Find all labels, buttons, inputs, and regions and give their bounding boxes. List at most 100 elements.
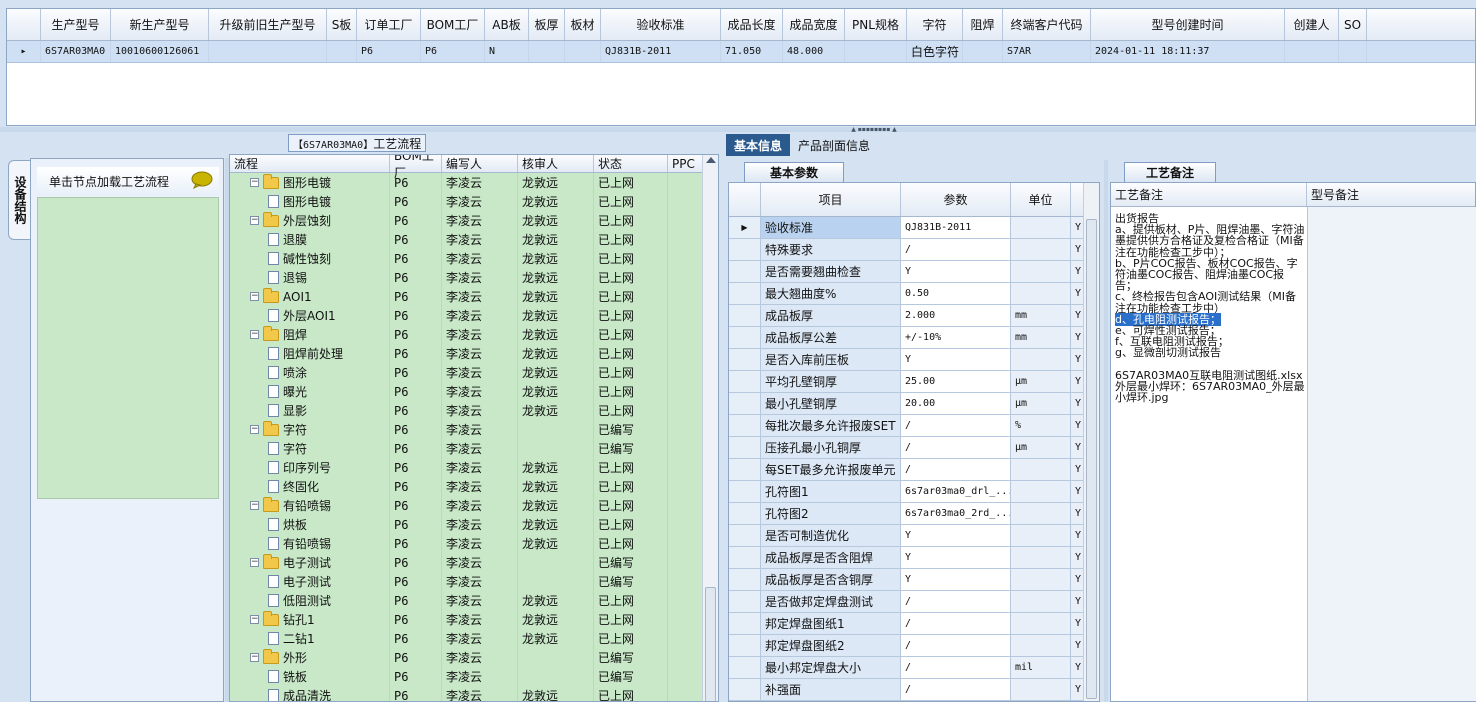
col-header[interactable]: BOM工厂 bbox=[390, 155, 442, 180]
col-header[interactable]: 项目 bbox=[761, 183, 901, 216]
param-unit[interactable] bbox=[1011, 261, 1071, 282]
param-value[interactable]: / bbox=[901, 657, 1011, 678]
grid-cell[interactable]: 白色字符 bbox=[907, 41, 963, 62]
col-header-process-note[interactable]: 工艺备注 bbox=[1111, 183, 1307, 206]
col-header[interactable]: 单位 bbox=[1011, 183, 1071, 216]
tree-node[interactable]: − 钻孔1 bbox=[230, 610, 390, 629]
param-value[interactable]: Y bbox=[901, 569, 1011, 590]
param-item[interactable]: 最小邦定焊盘大小 bbox=[761, 657, 901, 678]
tree-row[interactable]: 字符 P6 李凌云 已编写 bbox=[230, 439, 718, 458]
param-item[interactable]: 是否可制造优化 bbox=[761, 525, 901, 546]
tree-row[interactable]: 退膜 P6 李凌云 龙敦远 已上网 bbox=[230, 230, 718, 249]
param-value[interactable]: Y bbox=[901, 349, 1011, 370]
tree-node[interactable]: − 外形 bbox=[230, 648, 390, 667]
tree-node[interactable]: 字符 bbox=[230, 439, 390, 458]
grid-cell[interactable]: 2024-01-11 18:11:37 bbox=[1091, 41, 1285, 62]
param-item[interactable]: 邦定焊盘图纸1 bbox=[761, 613, 901, 634]
param-item[interactable]: 压接孔最小孔铜厚 bbox=[761, 437, 901, 458]
tree-row[interactable]: − AOI1 P6 李凌云 龙敦远 已上网 bbox=[230, 287, 718, 306]
grid-cell[interactable]: 71.050 bbox=[721, 41, 783, 62]
table-row[interactable]: 是否可制造优化 Y Y bbox=[729, 525, 1099, 547]
tree-row[interactable]: − 外形 P6 李凌云 已编写 bbox=[230, 648, 718, 667]
col-header[interactable]: 状态 bbox=[594, 155, 668, 172]
table-row[interactable]: 最小孔壁铜厚 20.00 μm Y bbox=[729, 393, 1099, 415]
tree-row[interactable]: − 有铅喷锡 P6 李凌云 龙敦远 已上网 bbox=[230, 496, 718, 515]
grid-cell[interactable] bbox=[1339, 41, 1367, 62]
tree-row[interactable]: 成品清洗 P6 李凌云 龙敦远 已上网 bbox=[230, 686, 718, 701]
tab-basic-info[interactable]: 基本信息 bbox=[726, 134, 791, 156]
col-header[interactable]: 验收标准 bbox=[601, 9, 721, 40]
param-unit[interactable] bbox=[1011, 591, 1071, 612]
col-header[interactable]: 终端客户代码 bbox=[1003, 9, 1091, 40]
tree-node[interactable]: 喷涂 bbox=[230, 363, 390, 382]
param-value[interactable]: 25.00 bbox=[901, 371, 1011, 392]
param-item[interactable]: 孔符图1 bbox=[761, 481, 901, 502]
grid-cell[interactable] bbox=[963, 41, 1003, 62]
grid-cell[interactable] bbox=[327, 41, 357, 62]
col-header[interactable]: 升级前旧生产型号 bbox=[209, 9, 327, 40]
table-row[interactable]: 最大翘曲度% 0.50 Y bbox=[729, 283, 1099, 305]
tree-node[interactable]: 终固化 bbox=[230, 477, 390, 496]
param-item[interactable]: 成品板厚是否含铜厚 bbox=[761, 569, 901, 590]
table-row[interactable]: 压接孔最小孔铜厚 / μm Y bbox=[729, 437, 1099, 459]
param-item[interactable]: 孔符图2 bbox=[761, 503, 901, 524]
grid-cell[interactable]: P6 bbox=[357, 41, 421, 62]
param-item[interactable]: 是否做邦定焊盘测试 bbox=[761, 591, 901, 612]
param-value[interactable]: Y bbox=[901, 525, 1011, 546]
tree-node[interactable]: 二钻1 bbox=[230, 629, 390, 648]
tree-node[interactable]: 电子测试 bbox=[230, 572, 390, 591]
tree-row[interactable]: 二钻1 P6 李凌云 龙敦远 已上网 bbox=[230, 629, 718, 648]
param-unit[interactable]: mm bbox=[1011, 305, 1071, 326]
param-item[interactable]: 补强面 bbox=[761, 679, 901, 700]
collapse-toggle-icon[interactable]: − bbox=[250, 216, 259, 225]
param-unit[interactable] bbox=[1011, 217, 1071, 238]
param-unit[interactable]: μm bbox=[1011, 437, 1071, 458]
param-item[interactable]: 是否入库前压板 bbox=[761, 349, 901, 370]
collapse-toggle-icon[interactable]: − bbox=[250, 653, 259, 662]
grid-cell[interactable] bbox=[1285, 41, 1339, 62]
col-header[interactable]: AB板 bbox=[485, 9, 529, 40]
grid-cell[interactable]: 48.000 bbox=[783, 41, 845, 62]
col-header[interactable]: 成品宽度 bbox=[783, 9, 845, 40]
grid-cell[interactable]: QJ831B-2011 bbox=[601, 41, 721, 62]
grid-cell[interactable]: S7AR bbox=[1003, 41, 1091, 62]
table-row[interactable]: 补强面 / Y bbox=[729, 679, 1099, 701]
collapse-toggle-icon[interactable]: − bbox=[250, 501, 259, 510]
tree-node[interactable]: 印序列号 bbox=[230, 458, 390, 477]
param-unit[interactable] bbox=[1011, 239, 1071, 260]
col-header[interactable]: SO bbox=[1339, 9, 1367, 40]
tree-node[interactable]: 有铅喷锡 bbox=[230, 534, 390, 553]
tree-node[interactable]: − 图形电镀 bbox=[230, 173, 390, 192]
table-row[interactable]: 是否入库前压板 Y Y bbox=[729, 349, 1099, 371]
param-value[interactable]: / bbox=[901, 591, 1011, 612]
col-header[interactable]: 板材 bbox=[565, 9, 601, 40]
tree-row[interactable]: 外层AOI1 P6 李凌云 龙敦远 已上网 bbox=[230, 306, 718, 325]
col-header[interactable]: 新生产型号 bbox=[111, 9, 209, 40]
param-item[interactable]: 每SET最多允许报废单元 bbox=[761, 459, 901, 480]
param-unit[interactable]: μm bbox=[1011, 393, 1071, 414]
col-header[interactable]: PPC bbox=[668, 155, 704, 172]
param-unit[interactable] bbox=[1011, 481, 1071, 502]
collapse-toggle-icon[interactable]: − bbox=[250, 558, 259, 567]
col-header[interactable]: 生产型号 bbox=[41, 9, 111, 40]
col-header[interactable]: PNL规格 bbox=[845, 9, 907, 40]
param-unit[interactable] bbox=[1011, 635, 1071, 656]
tree-row[interactable]: 电子测试 P6 李凌云 已编写 bbox=[230, 572, 718, 591]
tab-product-profile[interactable]: 产品剖面信息 bbox=[790, 134, 878, 156]
param-value[interactable]: / bbox=[901, 635, 1011, 656]
table-row[interactable]: 每SET最多允许报废单元 / Y bbox=[729, 459, 1099, 481]
tree-node[interactable]: 外层AOI1 bbox=[230, 306, 390, 325]
tree-node[interactable]: 烘板 bbox=[230, 515, 390, 534]
col-header[interactable]: 创建人 bbox=[1285, 9, 1339, 40]
tree-row[interactable]: − 钻孔1 P6 李凌云 龙敦远 已上网 bbox=[230, 610, 718, 629]
tree-node[interactable]: 显影 bbox=[230, 401, 390, 420]
param-unit[interactable]: μm bbox=[1011, 371, 1071, 392]
tree-node[interactable]: − 阻焊 bbox=[230, 325, 390, 344]
tab-process-note[interactable]: 工艺备注 bbox=[1124, 162, 1216, 182]
table-row[interactable]: ▸ 6S7AR03MA0 10010600126061 P6 P6 N QJ83… bbox=[7, 41, 1475, 63]
param-unit[interactable]: mil bbox=[1011, 657, 1071, 678]
grid-cell[interactable] bbox=[209, 41, 327, 62]
param-item[interactable]: 最大翘曲度% bbox=[761, 283, 901, 304]
param-value[interactable]: 2.000 bbox=[901, 305, 1011, 326]
tree-node[interactable]: 成品清洗 bbox=[230, 686, 390, 701]
